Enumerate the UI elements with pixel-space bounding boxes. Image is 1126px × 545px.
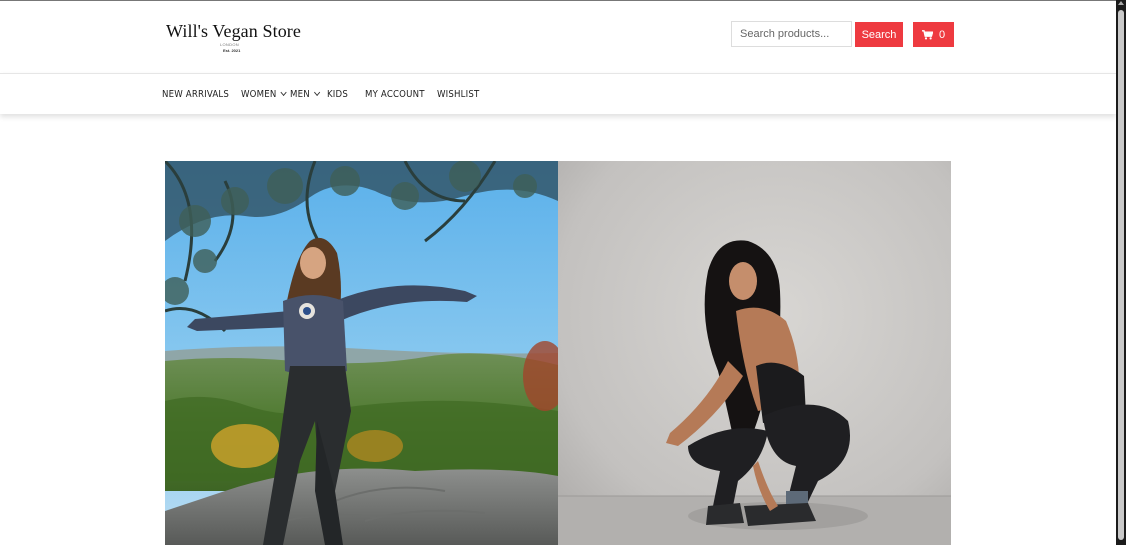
- main-navigation: NEW ARRIVALS WOMEN MEN KIDS MY ACCOUNT W…: [0, 73, 1116, 114]
- nav-item-label: KIDS: [327, 88, 348, 100]
- search-button[interactable]: Search: [855, 22, 903, 47]
- nav-item-label: WISHLIST: [437, 88, 480, 100]
- logo-established: Est. 2021: [223, 48, 241, 53]
- hero-banner[interactable]: [165, 161, 951, 545]
- nav-item-women[interactable]: WOMEN: [241, 74, 287, 114]
- woman-crouching-photo: [558, 161, 951, 545]
- scrollbar-thumb[interactable]: [1118, 10, 1124, 540]
- logo-location: LONDON: [220, 42, 239, 47]
- shopping-cart-icon: [921, 29, 933, 39]
- chevron-down-icon: [314, 88, 321, 97]
- site-header: Will's Vegan Store LONDON Est. 2021 Sear…: [0, 1, 1116, 73]
- woman-hiking-photo: [165, 161, 558, 545]
- store-logo[interactable]: Will's Vegan Store LONDON Est. 2021: [166, 21, 301, 57]
- nav-item-label: MEN: [290, 88, 310, 100]
- nav-item-men[interactable]: MEN: [290, 74, 321, 114]
- nav-item-kids[interactable]: KIDS: [327, 74, 348, 114]
- nav-item-label: WOMEN: [241, 88, 277, 100]
- logo-title: Will's Vegan Store: [166, 21, 301, 41]
- nav-item-new-arrivals[interactable]: NEW ARRIVALS: [162, 74, 229, 114]
- nav-item-label: MY ACCOUNT: [365, 88, 425, 100]
- cart-button[interactable]: 0: [913, 22, 954, 47]
- nav-item-my-account[interactable]: MY ACCOUNT: [365, 74, 425, 114]
- scroll-up-arrow-icon[interactable]: [1118, 1, 1124, 5]
- hero-image-left[interactable]: [165, 161, 558, 545]
- nav-item-label: NEW ARRIVALS: [162, 88, 230, 100]
- chevron-down-icon: [280, 88, 287, 97]
- hero-image-right[interactable]: [558, 161, 951, 545]
- cart-count: 0: [938, 28, 946, 41]
- page-scrollbar[interactable]: [1116, 0, 1126, 545]
- search-input[interactable]: [731, 21, 852, 47]
- nav-item-wishlist[interactable]: WISHLIST: [437, 74, 479, 114]
